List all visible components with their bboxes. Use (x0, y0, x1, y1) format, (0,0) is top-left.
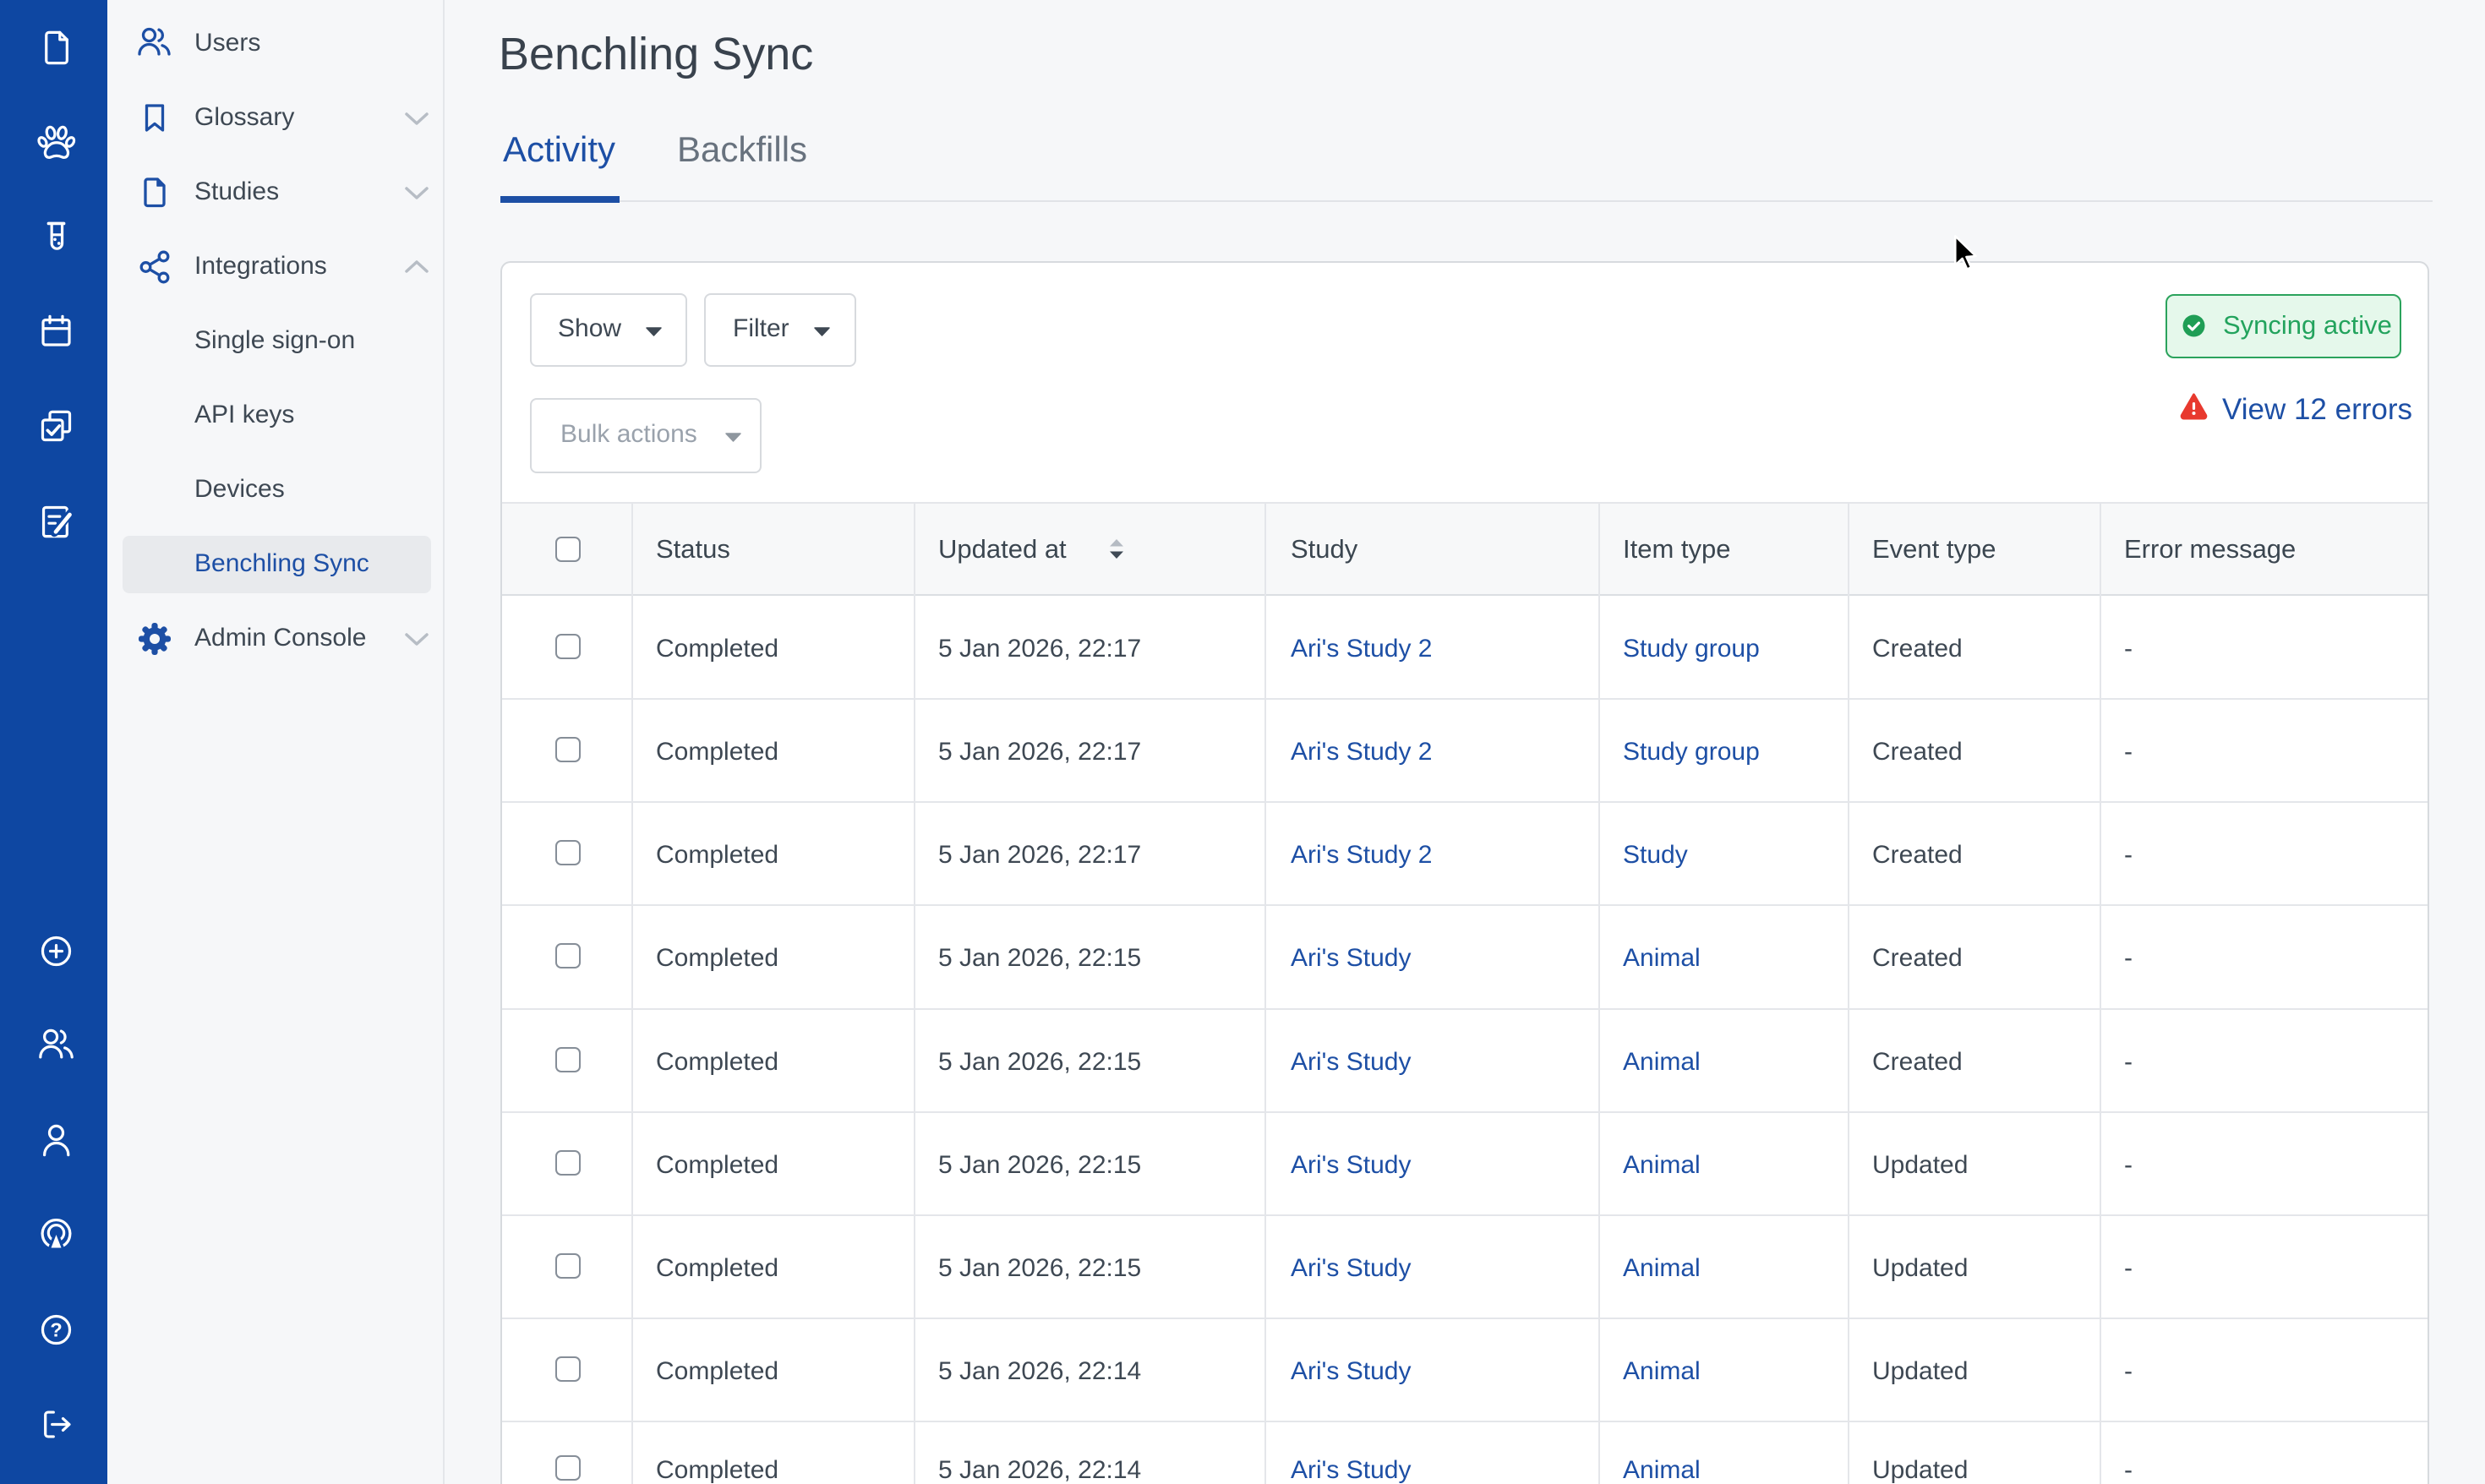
svg-text:?: ? (50, 1319, 62, 1341)
